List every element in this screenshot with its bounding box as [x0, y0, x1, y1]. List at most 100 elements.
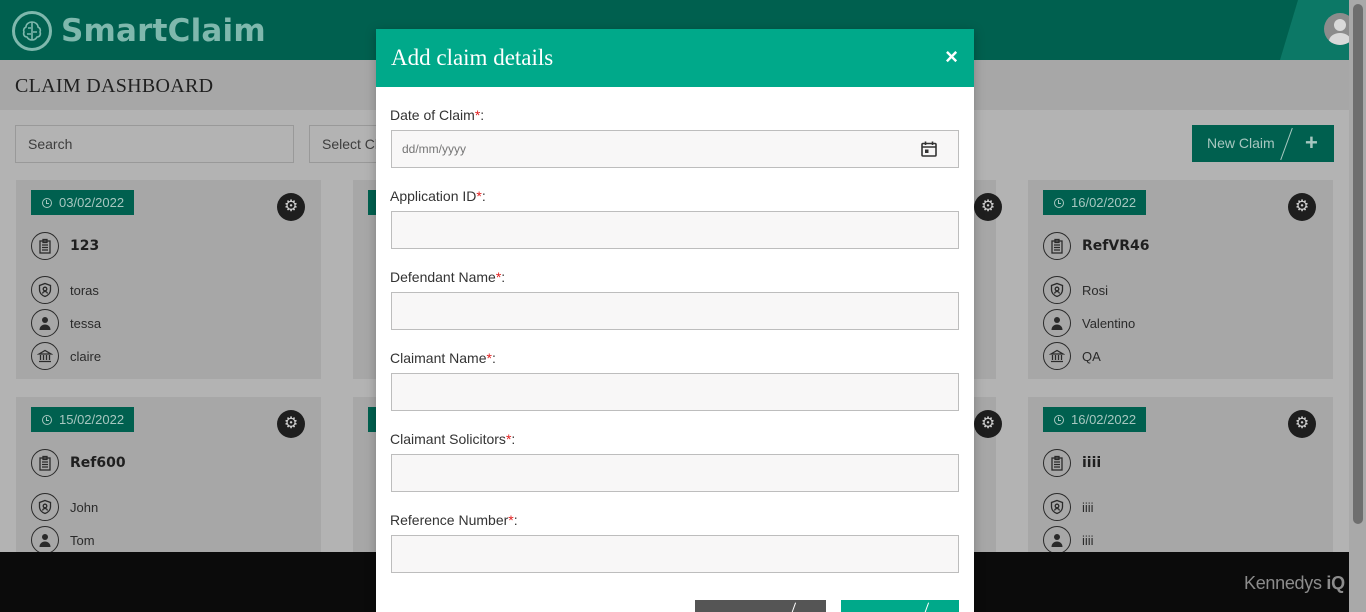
button-divider: [1280, 127, 1293, 161]
person-icon: [31, 309, 59, 337]
required-marker: *: [508, 512, 514, 528]
application-id-label: Application ID*:: [390, 188, 486, 204]
button-divider: [786, 602, 797, 612]
claim-reference-row: RefVR46: [1043, 232, 1149, 260]
person-icon: [31, 526, 59, 554]
bank-icon: [31, 342, 59, 370]
add-claim-modal: Add claim details × Date of Claim*: dd/m…: [376, 29, 974, 612]
field-label-text: Reference Number: [390, 512, 509, 528]
claimant-name-input[interactable]: [391, 373, 959, 411]
claim-date-badge: 16/02/2022: [1043, 407, 1147, 432]
required-marker: *: [495, 269, 502, 285]
claimant-row: Valentino: [1043, 309, 1135, 337]
defendant-row: toras: [31, 276, 99, 304]
defendant-row: Rosi: [1043, 276, 1108, 304]
claim-type-select[interactable]: Select Cl: [309, 125, 379, 163]
button-divider: [919, 602, 930, 612]
reference-number-label: Reference Number*:: [390, 512, 518, 528]
calendar-icon[interactable]: [920, 140, 938, 158]
brain-icon: [12, 11, 52, 51]
clipboard-icon: [31, 232, 59, 260]
defendant-name-label: Defendant Name*:: [390, 269, 506, 285]
clock-icon: [42, 197, 52, 208]
claimant-solicitors-input[interactable]: [391, 454, 959, 492]
claimant-name: iiii: [1082, 532, 1094, 548]
required-marker: *: [476, 188, 482, 204]
claim-date: 03/02/2022: [59, 195, 125, 210]
person-icon: [1043, 526, 1071, 554]
clock-icon: [1054, 414, 1064, 425]
shield-icon: [1043, 276, 1071, 304]
claimant-name: Valentino: [1082, 315, 1136, 331]
required-marker: *: [486, 350, 492, 366]
new-claim-label: New Claim: [1207, 135, 1275, 151]
page-scrollbar-thumb[interactable]: [1353, 4, 1363, 524]
claim-reference: RefVR46: [1082, 238, 1150, 254]
claim-reference: 123: [70, 238, 100, 254]
claim-date-badge: 15/02/2022: [31, 407, 135, 432]
defendant-name-input[interactable]: [391, 292, 959, 330]
claimant-row: tessa: [31, 309, 101, 337]
cancel-button[interactable]: [695, 600, 826, 612]
shield-icon: [31, 276, 59, 304]
claimant-solicitors-label: Claimant Solicitors*:: [390, 431, 516, 447]
claim-card[interactable]: 16/02/2022 ⚙ RefVR46 Rosi Valentino QA: [1028, 180, 1333, 379]
clipboard-icon: [1043, 232, 1071, 260]
gears-icon[interactable]: ⚙: [1288, 193, 1316, 221]
defendant-name: Rosi: [1082, 282, 1109, 298]
claim-card[interactable]: 03/02/2022 ⚙ 123 toras tessa claire: [16, 180, 321, 379]
claim-reference: Ref600: [70, 455, 126, 471]
required-marker: *: [474, 107, 481, 123]
modal-header: Add claim details ×: [376, 29, 974, 87]
defendant-row: iiii: [1043, 493, 1094, 521]
claim-card[interactable]: 16/02/2022 ⚙ iiii iiii iiii: [1028, 397, 1333, 557]
claim-card[interactable]: 15/02/2022 ⚙ Ref600 John Tom: [16, 397, 321, 557]
defendant-name: toras: [70, 282, 99, 298]
clock-icon: [42, 414, 52, 425]
claim-date-badge: 16/02/2022: [1043, 190, 1147, 215]
application-id-input[interactable]: [391, 211, 959, 249]
date-placeholder: dd/mm/yyyy: [402, 142, 467, 156]
date-of-claim-input[interactable]: dd/mm/yyyy: [391, 130, 959, 168]
reference-number-input[interactable]: [391, 535, 959, 573]
app-logo[interactable]: SmartClaim: [12, 11, 266, 51]
search-input[interactable]: Search: [15, 125, 294, 163]
claimant-name: Tom: [70, 532, 95, 548]
required-marker: *: [505, 431, 512, 447]
field-label-text: Claimant Name: [390, 350, 487, 366]
bank-icon: [1043, 342, 1071, 370]
claim-reference-row: iiii: [1043, 449, 1101, 477]
defendant-name: John: [70, 499, 99, 515]
gears-icon[interactable]: ⚙: [974, 193, 1002, 221]
date-of-claim-label: Date of Claim*:: [390, 107, 485, 123]
claim-reference: iiii: [1082, 455, 1102, 471]
close-icon[interactable]: ×: [945, 46, 958, 68]
app-name: SmartClaim: [61, 13, 266, 49]
defendant-row: John: [31, 493, 98, 521]
field-label-text: Claimant Solicitors: [390, 431, 506, 447]
solicitor-name: claire: [70, 348, 102, 364]
field-label-text: Application ID: [390, 188, 477, 204]
gears-icon[interactable]: ⚙: [1288, 410, 1316, 438]
clipboard-icon: [31, 449, 59, 477]
gears-icon[interactable]: ⚙: [277, 410, 305, 438]
field-label-text: Date of Claim: [390, 107, 475, 123]
submit-button[interactable]: [841, 600, 959, 612]
solicitor-row: QA: [1043, 342, 1101, 370]
page-title: CLAIM DASHBOARD: [15, 75, 214, 97]
shield-icon: [31, 493, 59, 521]
clock-icon: [1054, 197, 1064, 208]
claim-date: 16/02/2022: [1071, 412, 1137, 427]
claimant-row: iiii: [1043, 526, 1094, 554]
claim-date: 16/02/2022: [1071, 195, 1137, 210]
defendant-name: iiii: [1082, 499, 1094, 515]
brand-name: Kennedys: [1244, 573, 1322, 593]
person-icon: [1043, 309, 1071, 337]
gears-icon[interactable]: ⚙: [974, 410, 1002, 438]
gears-icon[interactable]: ⚙: [277, 193, 305, 221]
claim-reference-row: 123: [31, 232, 99, 260]
field-label-text: Defendant Name: [390, 269, 496, 285]
plus-icon: +: [1305, 130, 1318, 155]
claimant-name: tessa: [70, 315, 102, 331]
new-claim-button[interactable]: New Claim +: [1192, 125, 1334, 162]
